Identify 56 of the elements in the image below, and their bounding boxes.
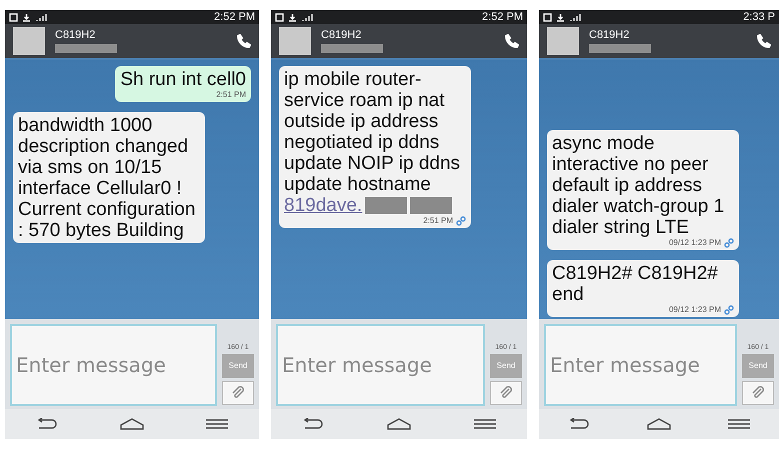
notification-icon <box>275 12 284 22</box>
message-input-field[interactable]: Enter message <box>276 324 485 406</box>
message-time: 2:51 PM <box>423 216 453 226</box>
message-input-field[interactable]: Enter message <box>544 324 737 406</box>
hostname-link[interactable]: 819dave. <box>284 195 362 216</box>
home-icon[interactable] <box>120 418 144 430</box>
message-time: 09/12 1:23 PM <box>668 305 721 315</box>
download-icon <box>556 12 565 22</box>
message-time: 2:51 PM <box>216 90 246 100</box>
avatar-placeholder <box>279 27 311 55</box>
avatar-placeholder <box>13 27 45 55</box>
notification-icon <box>9 12 18 22</box>
send-button[interactable]: Send <box>742 354 774 378</box>
contact-name: C819H2 <box>55 29 96 41</box>
message-text: C819H2# C819H2# end <box>552 263 719 305</box>
back-icon[interactable] <box>36 418 58 430</box>
home-icon[interactable] <box>386 418 411 430</box>
home-icon[interactable] <box>646 418 671 430</box>
download-icon <box>288 12 297 22</box>
paperclip-icon <box>750 384 766 401</box>
signal-icon <box>569 12 581 22</box>
menu-icon[interactable] <box>728 418 750 430</box>
message-input-field[interactable]: Enter message <box>10 324 217 406</box>
status-time: 2:52 PM <box>214 11 255 23</box>
signal-icon <box>35 12 47 22</box>
download-icon <box>22 12 31 22</box>
phone-icon[interactable] <box>505 34 519 48</box>
attach-button[interactable] <box>222 380 254 405</box>
paperclip-icon <box>498 384 514 401</box>
redaction-bar <box>589 44 651 53</box>
menu-icon[interactable] <box>474 418 496 430</box>
status-time: 2:33 P <box>743 11 775 23</box>
redaction-bar <box>321 44 383 53</box>
phone-icon[interactable] <box>237 34 251 48</box>
phone-icon[interactable] <box>757 34 771 48</box>
status-time: 2:52 PM <box>482 11 523 23</box>
back-icon[interactable] <box>302 418 324 430</box>
message-text: ip mobile router-service roam ip nat outside ip address negotiated ip ddns update NOIP ip ddns update hostname 819dave. <box>284 69 462 216</box>
paperclip-icon <box>230 384 246 401</box>
send-button[interactable]: Send <box>490 354 522 378</box>
menu-icon[interactable] <box>206 418 228 430</box>
attach-button[interactable] <box>742 380 774 405</box>
message-time: 09/12 1:23 PM <box>668 238 721 248</box>
avatar-placeholder <box>547 27 579 55</box>
contact-name: C819H2 <box>589 29 630 41</box>
signal-icon <box>301 12 313 22</box>
back-icon[interactable] <box>568 418 590 430</box>
message-text: Sh run int cell0 <box>120 69 246 90</box>
redaction-block <box>410 197 452 214</box>
message-text: async mode interactive no peer default ip address dialer watch-group 1 dialer string LTE <box>552 133 726 238</box>
notification-icon <box>543 12 552 22</box>
message-text: bandwidth 1000 description changed via sms on 10/15 interface Cellular0 ! Current configuration : 570 bytes Building <box>18 115 196 241</box>
attach-button[interactable] <box>490 380 522 405</box>
redaction-bar <box>55 44 117 53</box>
send-button[interactable]: Send <box>222 354 254 378</box>
contact-name: C819H2 <box>321 29 362 41</box>
